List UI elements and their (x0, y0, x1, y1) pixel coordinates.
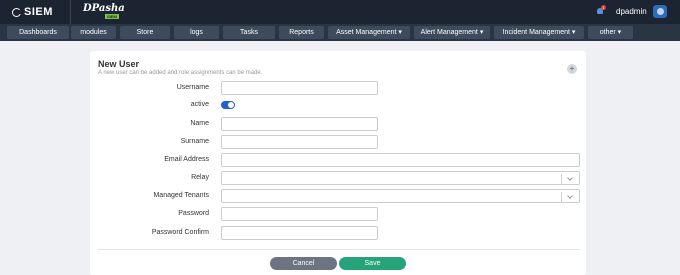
chevron-down-icon (567, 175, 573, 181)
nav-item-logs[interactable]: logs (174, 26, 219, 39)
siem-logo-text: SIEM (24, 6, 53, 18)
username-label: Username (176, 84, 209, 91)
nav-item-asset-management[interactable]: Asset Management ▾ (328, 26, 410, 39)
save-button[interactable]: Save (339, 257, 406, 270)
notifications-bell-icon[interactable]: 1 (596, 5, 606, 15)
form-title: New User (98, 59, 140, 69)
email-label: Email Address (164, 156, 209, 163)
email-input[interactable] (221, 153, 580, 167)
form-subtitle: A new user can be added and role assignm… (98, 70, 263, 76)
password-confirm-input[interactable] (221, 226, 378, 240)
top-bar: SIEM DPasha SIEM 1 dpadmin (0, 0, 680, 24)
nav-item-dashboards[interactable]: Dashboards (7, 26, 69, 39)
chevron-down-icon (567, 193, 573, 199)
password-label: Password (178, 210, 209, 217)
main-navigation: Dashboards modules Store logs Tasks Repo… (0, 24, 680, 41)
surname-label: Surname (180, 138, 209, 145)
brand-divider (70, 0, 71, 24)
tenants-select-separator (561, 192, 562, 202)
toggle-knob (228, 102, 234, 108)
siem-logo-icon (12, 7, 22, 17)
nav-item-incident-management[interactable]: Incident Management ▾ (494, 26, 584, 39)
active-toggle[interactable] (221, 101, 235, 109)
nav-item-other[interactable]: other ▾ (588, 26, 633, 39)
avatar-face (656, 8, 664, 15)
nav-item-reports[interactable]: Reports (279, 26, 324, 39)
username-input[interactable] (221, 81, 378, 95)
dpasha-logo-badge: SIEM (105, 14, 119, 19)
nav-item-alert-management[interactable]: Alert Management ▾ (414, 26, 490, 39)
dpasha-logo-text: DPasha (83, 3, 125, 14)
surname-input[interactable] (221, 135, 378, 149)
dpasha-logo[interactable]: DPasha SIEM (83, 3, 133, 21)
form-divider (98, 249, 580, 250)
expand-plus-icon[interactable]: + (567, 64, 577, 74)
password-confirm-label: Password Confirm (151, 229, 209, 236)
relay-label: Relay (191, 174, 209, 181)
relay-select-separator (561, 174, 562, 184)
active-label: active (190, 101, 209, 108)
nav-item-store[interactable]: Store (120, 26, 170, 39)
relay-select[interactable] (221, 171, 580, 185)
name-label: Name (190, 120, 209, 127)
password-input[interactable] (221, 207, 378, 221)
managed-tenants-label: Managed Tenants (153, 192, 209, 199)
nav-item-modules[interactable]: modules (71, 26, 116, 39)
name-input[interactable] (221, 117, 378, 131)
nav-item-tasks[interactable]: Tasks (223, 26, 275, 39)
siem-logo[interactable]: SIEM (0, 0, 70, 24)
notification-badge: 1 (601, 5, 606, 10)
cancel-button[interactable]: Cancel (270, 257, 337, 270)
managed-tenants-select[interactable] (221, 189, 580, 203)
user-avatar-icon[interactable] (653, 5, 667, 18)
current-username[interactable]: dpadmin (616, 7, 647, 16)
